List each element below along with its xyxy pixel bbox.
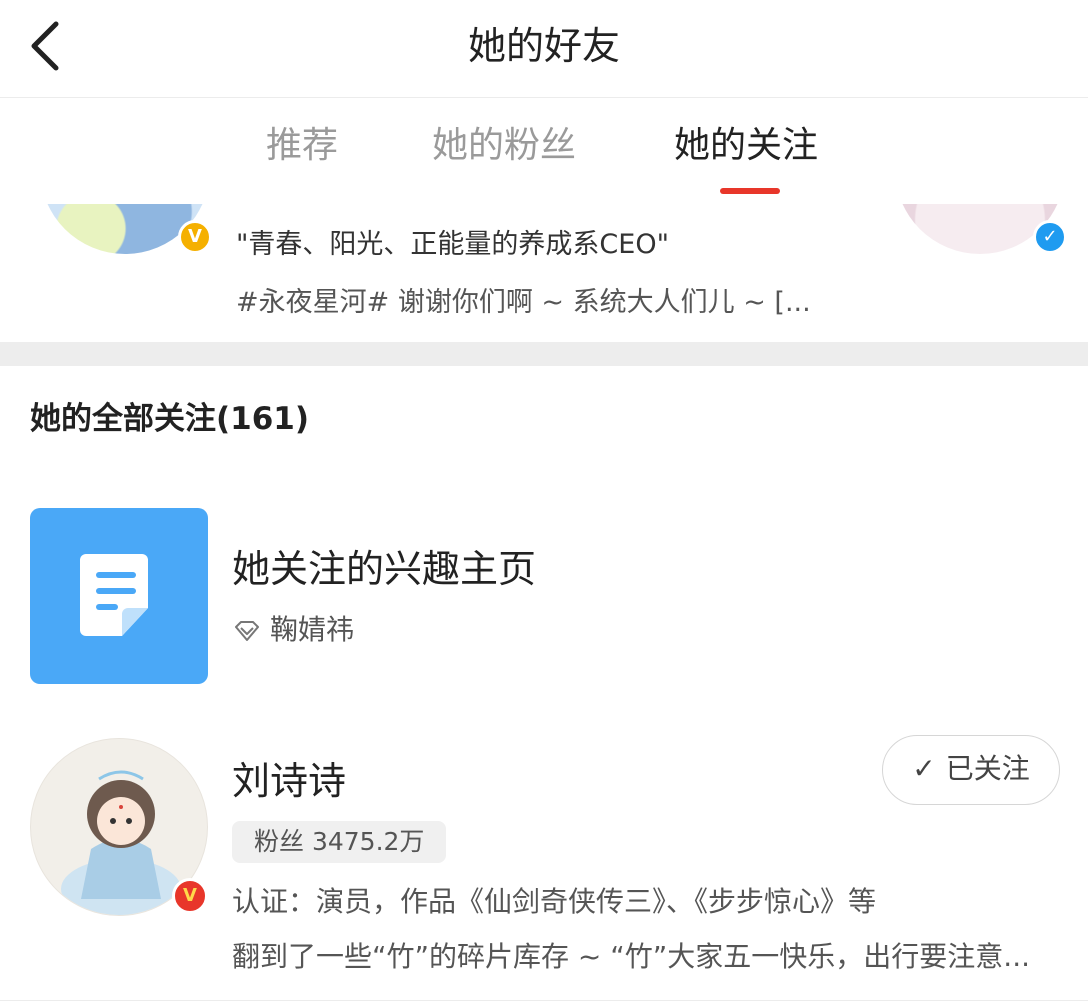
section-divider — [0, 342, 1088, 366]
tab-active-indicator — [720, 188, 780, 194]
tab-recommend[interactable]: 推荐 — [266, 120, 338, 172]
page-title: 她的好友 — [467, 24, 620, 68]
tab-bar: 推荐 她的粉丝 她的关注 — [0, 98, 1088, 204]
following-button[interactable]: ✓ 已关注 — [882, 735, 1060, 805]
verified-badge-icon: V — [178, 220, 212, 254]
verified-badge-icon: V — [172, 878, 208, 914]
verified-badge-icon: ✓ — [1033, 220, 1067, 254]
list-divider — [0, 1000, 1088, 1001]
interest-page-owner: 鞠婧祎 — [232, 608, 354, 648]
recommend-bio: "青春、阳光、正能量的养成系CEO" — [236, 229, 670, 260]
following-label: 已关注 — [945, 752, 1030, 785]
tab-her-following[interactable]: 她的关注 — [674, 120, 818, 172]
recommend-strip[interactable]: V ✓ "青春、阳光、正能量的养成系CEO" #永夜星河# 谢谢你们啊 ~ 系统… — [0, 204, 1088, 342]
recommend-post: #永夜星河# 谢谢你们啊 ~ 系统大人们儿 ~ [... — [236, 287, 811, 318]
verification-text: 认证：演员，作品《仙剑奇侠传三》、《步步惊心》等 — [232, 885, 877, 918]
interest-page-title[interactable]: 她关注的兴趣主页 — [232, 538, 536, 593]
tab-her-fans[interactable]: 她的粉丝 — [432, 120, 576, 172]
interest-page-tile[interactable] — [30, 508, 208, 684]
document-icon — [80, 554, 148, 636]
fans-count-badge: 粉丝 3475.2万 — [232, 821, 447, 863]
user-latest-post: 翻到了一些“竹”的碎片库存 ~ “竹”大家五一快乐，出行要注意... — [232, 940, 1030, 973]
top-bar: 她的好友 — [0, 0, 1088, 98]
checkmark-icon: ✓ — [912, 752, 936, 785]
interest-owner-name: 鞠婧祎 — [270, 613, 355, 646]
section-title: 她的全部关注(161) — [30, 401, 310, 437]
user-name[interactable]: 刘诗诗 — [232, 750, 346, 805]
diamond-icon — [235, 621, 259, 641]
